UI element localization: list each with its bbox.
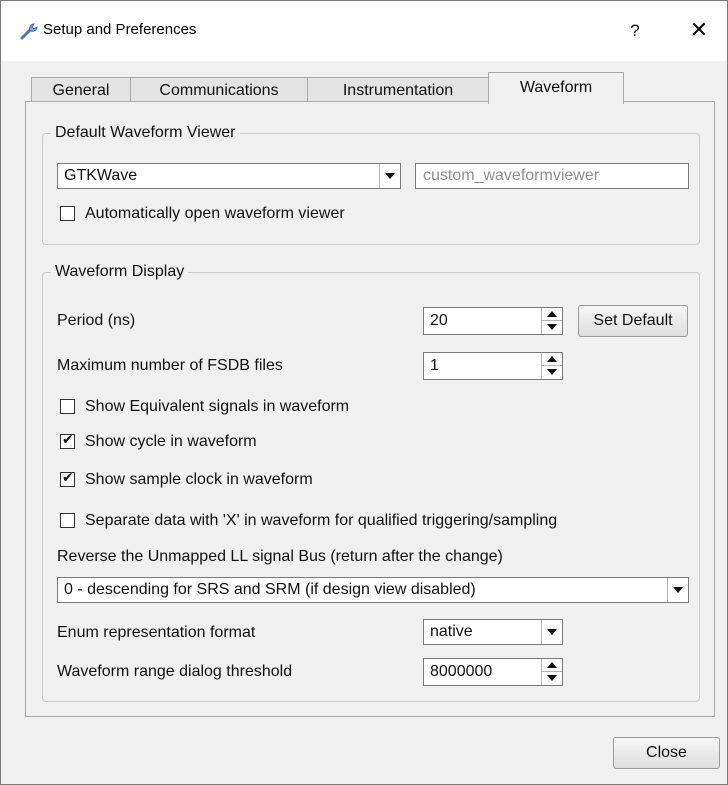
period-value: 20 [430,312,448,329]
period-spinbox[interactable]: 20 [423,307,563,335]
wrench-icon [19,21,39,41]
max-fsdb-spin-buttons [541,353,562,379]
close-window-icon[interactable]: ✕ [685,15,713,45]
max-fsdb-value: 1 [430,357,439,374]
set-default-button[interactable]: Set Default [578,305,688,337]
viewer-select-value: GTKWave [64,167,138,184]
tab-communications[interactable]: Communications [130,77,308,103]
window-title: Setup and Preferences [43,21,197,38]
show-equivalent-checkbox[interactable] [60,399,75,414]
show-equivalent-label: Show Equivalent signals in waveform [85,398,350,415]
show-sample-clock-label: Show sample clock in waveform [85,471,313,488]
spin-down-icon[interactable] [542,672,562,685]
show-cycle-checkbox[interactable] [60,432,75,449]
default-viewer-group-title: Default Waveform Viewer [51,123,240,143]
show-sample-clock-row[interactable]: Show sample clock in waveform [60,470,660,490]
auto-open-checkbox[interactable] [60,206,75,221]
range-threshold-spinbox[interactable]: 8000000 [423,658,563,686]
spin-down-icon[interactable] [542,321,562,334]
enum-format-label: Enum representation format [57,624,256,641]
period-spin-buttons [541,308,562,334]
show-cycle-row[interactable]: Show cycle in waveform [60,432,660,452]
reverse-bus-label: Reverse the Unmapped LL signal Bus (retu… [57,548,503,565]
chevron-down-icon[interactable] [541,620,562,644]
waveform-display-group-title: Waveform Display [51,262,189,282]
show-sample-clock-checkbox[interactable] [60,470,75,487]
separate-x-row[interactable]: Separate data with 'X' in waveform for q… [60,511,690,531]
chevron-down-icon[interactable] [667,578,688,602]
range-threshold-value: 8000000 [430,663,493,680]
auto-open-label: Automatically open waveform viewer [85,205,345,222]
spin-up-icon[interactable] [542,308,562,321]
range-threshold-label: Waveform range dialog threshold [57,663,293,680]
reverse-bus-select[interactable]: 0 - descending for SRS and SRM (if desig… [57,577,689,603]
custom-viewer-placeholder: custom_waveformviewer [423,167,600,184]
tab-general[interactable]: General [31,77,131,103]
separate-x-label: Separate data with 'X' in waveform for q… [85,512,558,529]
waveform-tab-panel: Default Waveform Viewer GTKWave custom_w… [25,101,715,717]
auto-open-checkbox-row[interactable]: Automatically open waveform viewer [60,204,420,224]
chevron-down-icon[interactable] [379,164,400,188]
help-button[interactable]: ? [623,17,647,45]
reverse-bus-value: 0 - descending for SRS and SRM (if desig… [64,581,476,598]
max-fsdb-label: Maximum number of FSDB files [57,357,283,374]
title-bar[interactable]: Setup and Preferences ? ✕ [1,1,727,61]
show-cycle-label: Show cycle in waveform [85,433,257,450]
spin-down-icon[interactable] [542,366,562,379]
default-viewer-group: Default Waveform Viewer GTKWave custom_w… [42,123,700,245]
enum-format-select[interactable]: native [423,619,563,645]
range-threshold-spin-buttons [541,659,562,685]
tab-waveform[interactable]: Waveform [488,72,624,104]
waveform-display-group: Waveform Display Period (ns) 20 Set Defa… [42,262,700,702]
max-fsdb-spinbox[interactable]: 1 [423,352,563,380]
enum-format-value: native [430,623,473,640]
period-label: Period (ns) [57,312,136,329]
close-button[interactable]: Close [613,737,720,769]
show-equivalent-row[interactable]: Show Equivalent signals in waveform [60,397,660,417]
viewer-select[interactable]: GTKWave [57,163,401,189]
spin-up-icon[interactable] [542,659,562,672]
separate-x-checkbox[interactable] [60,513,75,528]
tab-instrumentation[interactable]: Instrumentation [307,77,489,103]
spin-up-icon[interactable] [542,353,562,366]
custom-viewer-input[interactable]: custom_waveformviewer [415,163,689,189]
setup-preferences-dialog: Setup and Preferences ? ✕ General Commun… [0,0,728,785]
